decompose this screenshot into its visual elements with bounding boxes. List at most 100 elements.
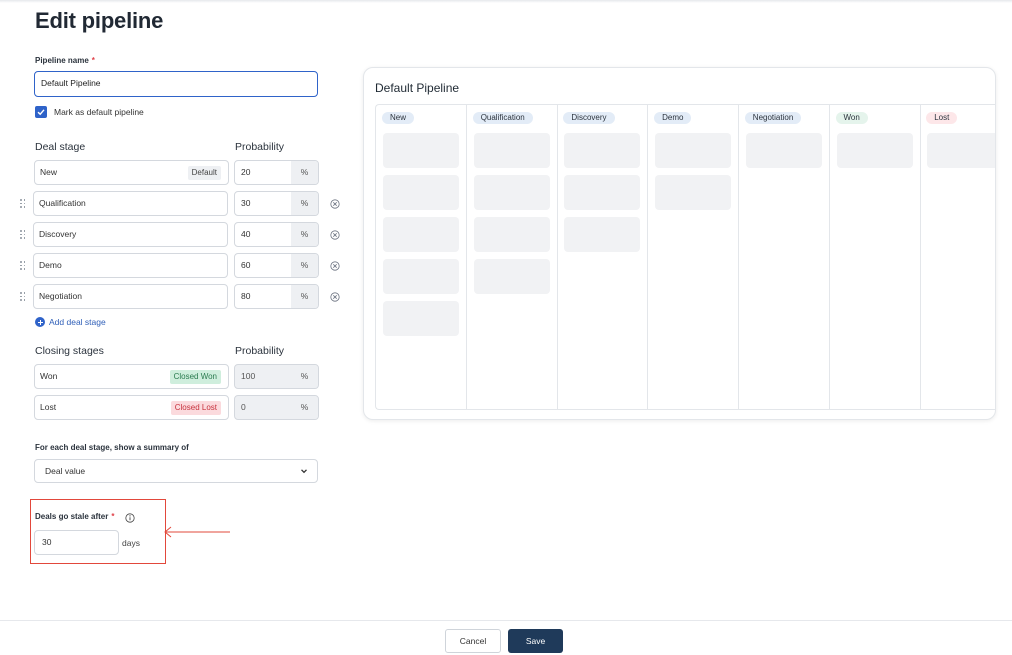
- deal-probability-header: Probability: [235, 141, 285, 153]
- save-button[interactable]: Save: [508, 629, 563, 653]
- closing-stage-lost-probability: 0 %: [234, 395, 319, 420]
- info-icon[interactable]: [125, 513, 135, 523]
- remove-stage-icon[interactable]: [330, 199, 340, 209]
- closing-probability-header: Probability: [235, 345, 285, 357]
- probability-value: 100: [241, 371, 256, 381]
- required-mark: *: [91, 56, 95, 65]
- probability-value: 0: [241, 402, 246, 412]
- preview-card-placeholder: [927, 133, 995, 168]
- closing-stage-won-input[interactable]: Won Closed Won: [34, 364, 229, 389]
- closing-stage-lost-input[interactable]: Lost Closed Lost: [34, 395, 229, 420]
- probability-value: 40: [241, 229, 251, 239]
- deal-stage-discovery-input[interactable]: Discovery: [33, 222, 228, 247]
- deal-stage-discovery-probability[interactable]: 40 %: [234, 222, 319, 247]
- preview-card-placeholder: [564, 133, 641, 168]
- pipeline-name-input[interactable]: Default Pipeline: [34, 71, 318, 97]
- preview-card-placeholder: [473, 217, 550, 252]
- closed-won-badge: Closed Won: [169, 370, 221, 384]
- preview-column: Demo: [648, 105, 740, 409]
- closed-lost-badge: Closed Lost: [170, 401, 221, 415]
- remove-stage-icon[interactable]: [330, 230, 340, 240]
- preview-column-header: Demo: [654, 112, 692, 124]
- drag-handle-icon[interactable]: [20, 199, 26, 209]
- add-deal-stage-label: Add deal stage: [49, 317, 106, 327]
- stage-name: Demo: [39, 260, 62, 270]
- preview-column-header: New: [382, 112, 415, 124]
- preview-card-placeholder: [473, 175, 550, 210]
- deal-stage-new-probability[interactable]: 20 %: [234, 160, 319, 185]
- percent-suffix: %: [291, 285, 318, 308]
- stage-name: Won: [40, 371, 58, 381]
- preview-column-header: Qualification: [472, 112, 533, 124]
- required-mark: *: [111, 512, 115, 521]
- preview-column-header: Negotiation: [744, 112, 802, 124]
- stale-days-unit: days: [122, 538, 140, 548]
- closing-stages-header: Closing stages: [35, 345, 104, 357]
- footer-bar: [0, 620, 1012, 655]
- top-divider: [0, 0, 1012, 3]
- deal-stage-header: Deal stage: [35, 141, 86, 153]
- percent-suffix: %: [291, 396, 318, 419]
- plus-circle-icon: [35, 317, 45, 327]
- stage-name: Discovery: [39, 229, 77, 239]
- summary-label: For each deal stage, show a summary of: [35, 443, 189, 452]
- preview-board: New Qualification Discovery Demo Negotiation…: [375, 104, 995, 410]
- closing-stage-won-probability: 100 %: [234, 364, 319, 389]
- preview-card-placeholder: [655, 175, 732, 210]
- stage-name: Lost: [40, 402, 57, 412]
- preview-column-header: Lost: [926, 112, 958, 124]
- probability-value: 60: [241, 260, 251, 270]
- preview-card-placeholder: [473, 133, 550, 168]
- percent-suffix: %: [291, 223, 318, 246]
- preview-column: Discovery: [557, 105, 649, 409]
- drag-handle-icon[interactable]: [20, 230, 26, 240]
- percent-suffix: %: [291, 192, 318, 215]
- deal-stage-demo-input[interactable]: Demo: [33, 253, 228, 278]
- drag-handle-icon[interactable]: [20, 292, 26, 302]
- probability-value: 30: [241, 198, 251, 208]
- deal-stage-negotiation-input[interactable]: Negotiation: [33, 284, 228, 309]
- pipeline-name-label: Pipeline name *: [35, 56, 95, 65]
- default-pipeline-checkbox-label: Mark as default pipeline: [54, 107, 144, 117]
- stale-label: Deals go stale after *: [35, 512, 115, 521]
- preview-card-placeholder: [383, 301, 459, 336]
- preview-card-placeholder: [655, 133, 732, 168]
- deal-stage-new-input[interactable]: New Default: [34, 160, 229, 185]
- check-icon: [37, 109, 45, 116]
- probability-value: 20: [241, 167, 251, 177]
- remove-stage-icon[interactable]: [330, 261, 340, 271]
- preview-column: Qualification: [467, 105, 558, 409]
- preview-column-header: Discovery: [563, 112, 615, 124]
- default-badge: Default: [187, 166, 221, 180]
- preview-column: Lost: [920, 105, 995, 409]
- preview-card-placeholder: [564, 217, 641, 252]
- probability-value: 80: [241, 291, 251, 301]
- stale-days-input[interactable]: 30: [34, 530, 119, 555]
- preview-card-placeholder: [473, 259, 550, 294]
- preview-column: New: [376, 105, 467, 409]
- stale-label-text: Deals go stale after: [35, 512, 109, 521]
- pipeline-preview: Default Pipeline New Qualification Discove…: [363, 67, 996, 420]
- remove-stage-icon[interactable]: [330, 292, 340, 302]
- preview-card-placeholder: [836, 133, 913, 168]
- deal-stage-qualification-probability[interactable]: 30 %: [234, 191, 319, 216]
- page-title: Edit pipeline: [35, 8, 164, 33]
- summary-select[interactable]: Deal value: [34, 459, 318, 483]
- percent-suffix: %: [291, 254, 318, 277]
- deal-stage-qualification-input[interactable]: Qualification: [33, 191, 228, 216]
- chevron-down-icon: [301, 469, 307, 474]
- default-pipeline-checkbox[interactable]: [35, 106, 47, 118]
- drag-handle-icon[interactable]: [20, 261, 26, 271]
- preview-title: Default Pipeline: [375, 81, 460, 95]
- preview-card-placeholder: [383, 133, 459, 168]
- stage-name: Qualification: [39, 198, 86, 208]
- annotation-arrow-icon: [164, 526, 230, 538]
- summary-selected-value: Deal value: [45, 466, 86, 476]
- preview-column-header: Won: [835, 112, 868, 124]
- cancel-button[interactable]: Cancel: [445, 629, 501, 653]
- preview-card-placeholder: [383, 217, 459, 252]
- preview-card-placeholder: [564, 175, 641, 210]
- deal-stage-demo-probability[interactable]: 60 %: [234, 253, 319, 278]
- preview-card-placeholder: [383, 175, 459, 210]
- deal-stage-negotiation-probability[interactable]: 80 %: [234, 284, 319, 309]
